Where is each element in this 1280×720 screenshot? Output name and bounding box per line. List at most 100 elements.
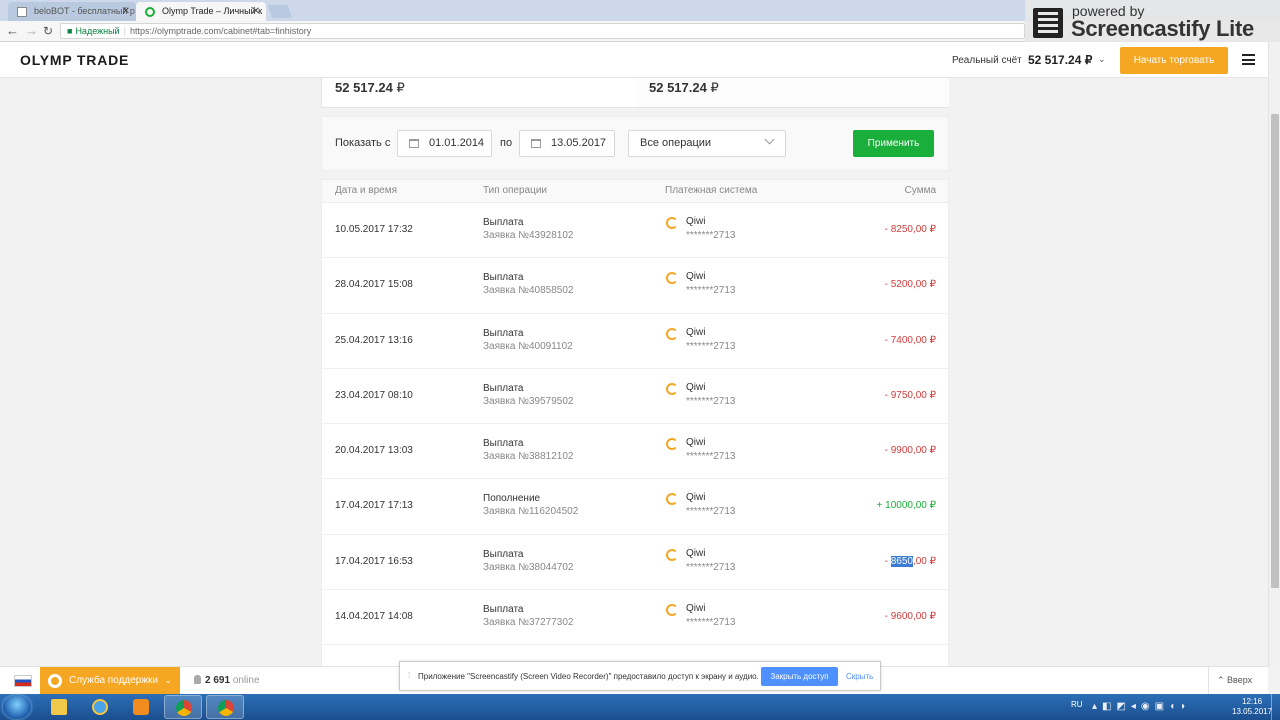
table-row: 10.05.2017 17:32 Выплата Заявка №4392810… bbox=[322, 203, 948, 259]
clock-date: 13.05.2017 bbox=[1232, 707, 1273, 716]
up-label: Вверх bbox=[1227, 675, 1253, 685]
folder-icon bbox=[51, 699, 67, 715]
show-desktop-button[interactable] bbox=[1271, 694, 1280, 720]
qiwi-icon bbox=[666, 327, 678, 340]
logo[interactable]: OLYMP TRADE bbox=[20, 52, 129, 68]
chevron-down-icon bbox=[764, 134, 775, 145]
taskbar-chrome-1[interactable] bbox=[164, 695, 202, 719]
row-type: Выплата bbox=[483, 604, 524, 616]
scroll-up-button[interactable]: ⌃ Вверх bbox=[1208, 667, 1268, 695]
hamburger-menu-icon[interactable] bbox=[1242, 54, 1255, 65]
qiwi-icon bbox=[666, 217, 678, 229]
row-account: *******2713 bbox=[686, 561, 736, 573]
start-trading-button[interactable]: Начать торговать bbox=[1120, 47, 1228, 74]
account-balance[interactable]: 52 517.24 ₽ bbox=[1028, 53, 1092, 67]
lock-icon: ■ bbox=[67, 26, 73, 36]
tab-olymptrade[interactable]: Olymp Trade – Личный к ✕ bbox=[136, 2, 266, 21]
olymp-logo-icon bbox=[145, 7, 155, 17]
row-type: Пополнение bbox=[483, 493, 541, 505]
row-type: Выплата bbox=[483, 272, 524, 284]
balance-value: 52 517.24 bbox=[335, 80, 393, 95]
qiwi-icon bbox=[666, 272, 678, 285]
row-account: *******2713 bbox=[686, 617, 736, 629]
chevron-up-icon: ⌃ bbox=[1217, 675, 1228, 685]
close-icon[interactable]: ✕ bbox=[252, 2, 260, 21]
close-icon[interactable]: ✕ bbox=[122, 2, 130, 21]
row-date: 10.05.2017 17:32 bbox=[335, 224, 413, 235]
row-amount: - 5200,00 ₽ bbox=[884, 279, 936, 291]
reload-icon[interactable]: ↻ bbox=[43, 23, 53, 39]
row-system: Qiwi bbox=[686, 492, 706, 504]
balance-right: 52 517.24 ₽ bbox=[636, 78, 949, 107]
operations-select[interactable]: Все операции bbox=[628, 130, 786, 157]
scroll-thumb[interactable] bbox=[1271, 114, 1279, 588]
table-row: 28.04.2017 15:08 Выплата Заявка №4085850… bbox=[322, 258, 948, 314]
tray-icons[interactable]: ▴◧◩◂◉▣◖◗ bbox=[1092, 701, 1191, 712]
taskbar-chrome-2[interactable] bbox=[206, 695, 244, 719]
row-account: *******2713 bbox=[686, 230, 736, 241]
drag-handle-icon[interactable]: ⁞ bbox=[408, 671, 410, 680]
row-system: Qiwi bbox=[686, 437, 706, 449]
scrollbar[interactable] bbox=[1268, 42, 1280, 666]
screen-share-notification: ⁞ Приложение "Screencastify (Screen Vide… bbox=[399, 661, 881, 691]
clock[interactable]: 12:16 13.05.2017 bbox=[1232, 697, 1272, 717]
from-date-value: 01.01.2014 bbox=[429, 137, 485, 149]
row-request: Заявка №37277302 bbox=[483, 617, 574, 629]
tab-belobot[interactable]: beloBOT - бесплатный р ✕ bbox=[8, 2, 136, 21]
amount-suffix: ,00 ₽ bbox=[912, 555, 936, 567]
taskbar-ie[interactable] bbox=[81, 695, 119, 719]
show-from-label: Показать с bbox=[335, 137, 391, 149]
row-date: 20.04.2017 13:03 bbox=[335, 445, 413, 457]
currency-sign: ₽ bbox=[710, 80, 719, 95]
url-input[interactable]: ■ Надежный | https://olymptrade.com/cabinet… bbox=[60, 23, 1025, 39]
row-date: 25.04.2017 13:16 bbox=[335, 334, 413, 346]
tab-label: Olymp Trade – Личный к bbox=[162, 6, 263, 16]
back-icon[interactable]: ← bbox=[6, 23, 19, 39]
filter-panel: Показать с 01.01.2014 по 13.05.2017 Все … bbox=[321, 116, 949, 171]
row-amount: - 8650,00 ₽ bbox=[885, 555, 936, 567]
row-amount: - 9750,00 ₽ bbox=[884, 389, 936, 401]
apply-button[interactable]: Применить bbox=[853, 130, 934, 157]
row-request: Заявка №116204502 bbox=[483, 506, 579, 518]
row-system: Qiwi bbox=[686, 326, 706, 338]
support-button[interactable]: Служба поддержки ⌄ bbox=[40, 667, 180, 695]
new-tab-button[interactable] bbox=[267, 5, 293, 18]
chrome-icon bbox=[218, 700, 234, 716]
history-table: Дата и время Тип операции Платежная сист… bbox=[321, 179, 949, 667]
start-menu-icon[interactable] bbox=[3, 695, 31, 719]
taskbar-media-player[interactable] bbox=[122, 695, 160, 719]
russia-flag-icon[interactable] bbox=[14, 675, 32, 687]
url-text: https://olymptrade.com/cabinet#tab=finhi… bbox=[129, 26, 312, 36]
hide-link[interactable]: Скрыть bbox=[846, 672, 873, 681]
tab-label: beloBOT - бесплатный р bbox=[34, 6, 135, 16]
clock-time: 12:16 bbox=[1242, 697, 1263, 706]
language-indicator[interactable]: RU bbox=[1071, 700, 1083, 709]
balances-panel: 52 517.24 ₽ 52 517.24 ₽ bbox=[321, 78, 949, 108]
taskbar-explorer[interactable] bbox=[40, 695, 78, 719]
row-date: 14.04.2017 14:08 bbox=[335, 611, 413, 623]
currency-sign: ₽ bbox=[396, 80, 405, 95]
row-request: Заявка №40858502 bbox=[483, 285, 574, 297]
chevron-down-icon[interactable]: ⌄ bbox=[1098, 54, 1106, 65]
user-icon bbox=[194, 675, 201, 684]
forward-icon[interactable]: → bbox=[25, 23, 38, 39]
to-date-field[interactable]: 13.05.2017 bbox=[519, 130, 615, 157]
table-row: 23.04.2017 08:10 Выплата Заявка №3957950… bbox=[322, 369, 948, 425]
qiwi-icon bbox=[666, 382, 678, 395]
row-request: Заявка №39579502 bbox=[483, 395, 574, 407]
share-message: Приложение "Screencastify (Screen Video … bbox=[418, 672, 759, 681]
stop-sharing-button[interactable]: Закрыть доступ bbox=[761, 667, 838, 686]
row-type: Выплата bbox=[483, 382, 524, 394]
online-count: 2 691 bbox=[205, 675, 231, 686]
windows-taskbar: RU ▴◧◩◂◉▣◖◗ 12:16 13.05.2017 bbox=[0, 694, 1280, 720]
row-account: *******2713 bbox=[686, 395, 736, 407]
row-account: *******2713 bbox=[686, 285, 736, 297]
row-system: Qiwi bbox=[686, 603, 706, 615]
from-date-field[interactable]: 01.01.2014 bbox=[397, 130, 492, 157]
row-request: Заявка №40091102 bbox=[483, 340, 573, 352]
row-type: Выплата bbox=[483, 548, 524, 560]
screencastify-watermark: powered by Screencastify Lite bbox=[1025, 0, 1280, 46]
qiwi-icon bbox=[666, 438, 678, 451]
row-amount: - 9600,00 ₽ bbox=[884, 611, 936, 623]
secure-label: Надежный bbox=[75, 26, 120, 36]
